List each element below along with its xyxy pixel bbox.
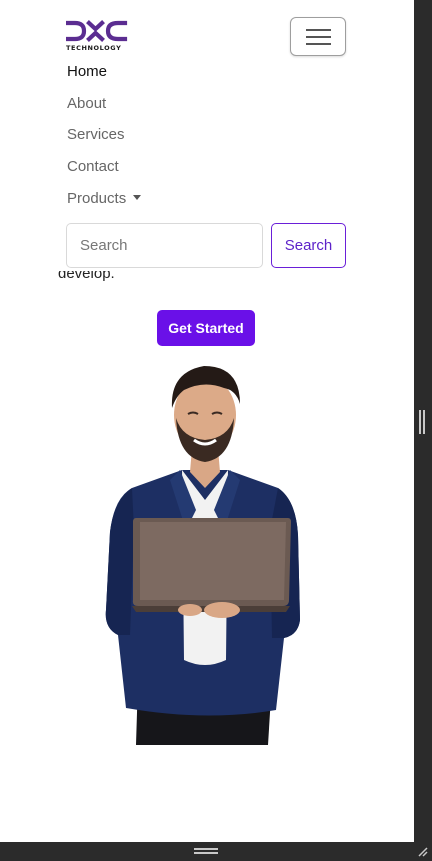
hamburger-icon: [306, 29, 331, 31]
search-input[interactable]: [66, 223, 263, 268]
browser-viewport: develop. TECHNOLOGY Home About Services …: [0, 0, 414, 842]
navbar-menu: Home About Services Contact Products: [67, 56, 142, 215]
get-started-button[interactable]: Get Started: [157, 310, 255, 346]
nav-item-products-label: Products: [67, 189, 127, 207]
hero-text: develop.: [58, 271, 115, 282]
brand-logo[interactable]: TECHNOLOGY: [65, 20, 128, 54]
brand-caption: TECHNOLOGY: [66, 44, 122, 52]
navbar-toggler-button[interactable]: [290, 17, 346, 56]
caret-down-icon: [133, 194, 142, 200]
vertical-resize-grip-icon[interactable]: [419, 410, 425, 434]
man-with-laptop-image: [105, 366, 300, 745]
nav-item-home[interactable]: Home: [67, 56, 141, 88]
search-button[interactable]: Search: [271, 223, 346, 268]
nav-item-contact[interactable]: Contact: [67, 151, 141, 183]
dxc-logo-icon: [65, 20, 128, 42]
corner-resize-icon[interactable]: [416, 845, 428, 857]
nav-item-services[interactable]: Services: [67, 119, 141, 151]
horizontal-resize-grip-icon[interactable]: [194, 848, 218, 854]
nav-item-products[interactable]: Products: [67, 183, 142, 215]
nav-item-about[interactable]: About: [67, 88, 141, 120]
